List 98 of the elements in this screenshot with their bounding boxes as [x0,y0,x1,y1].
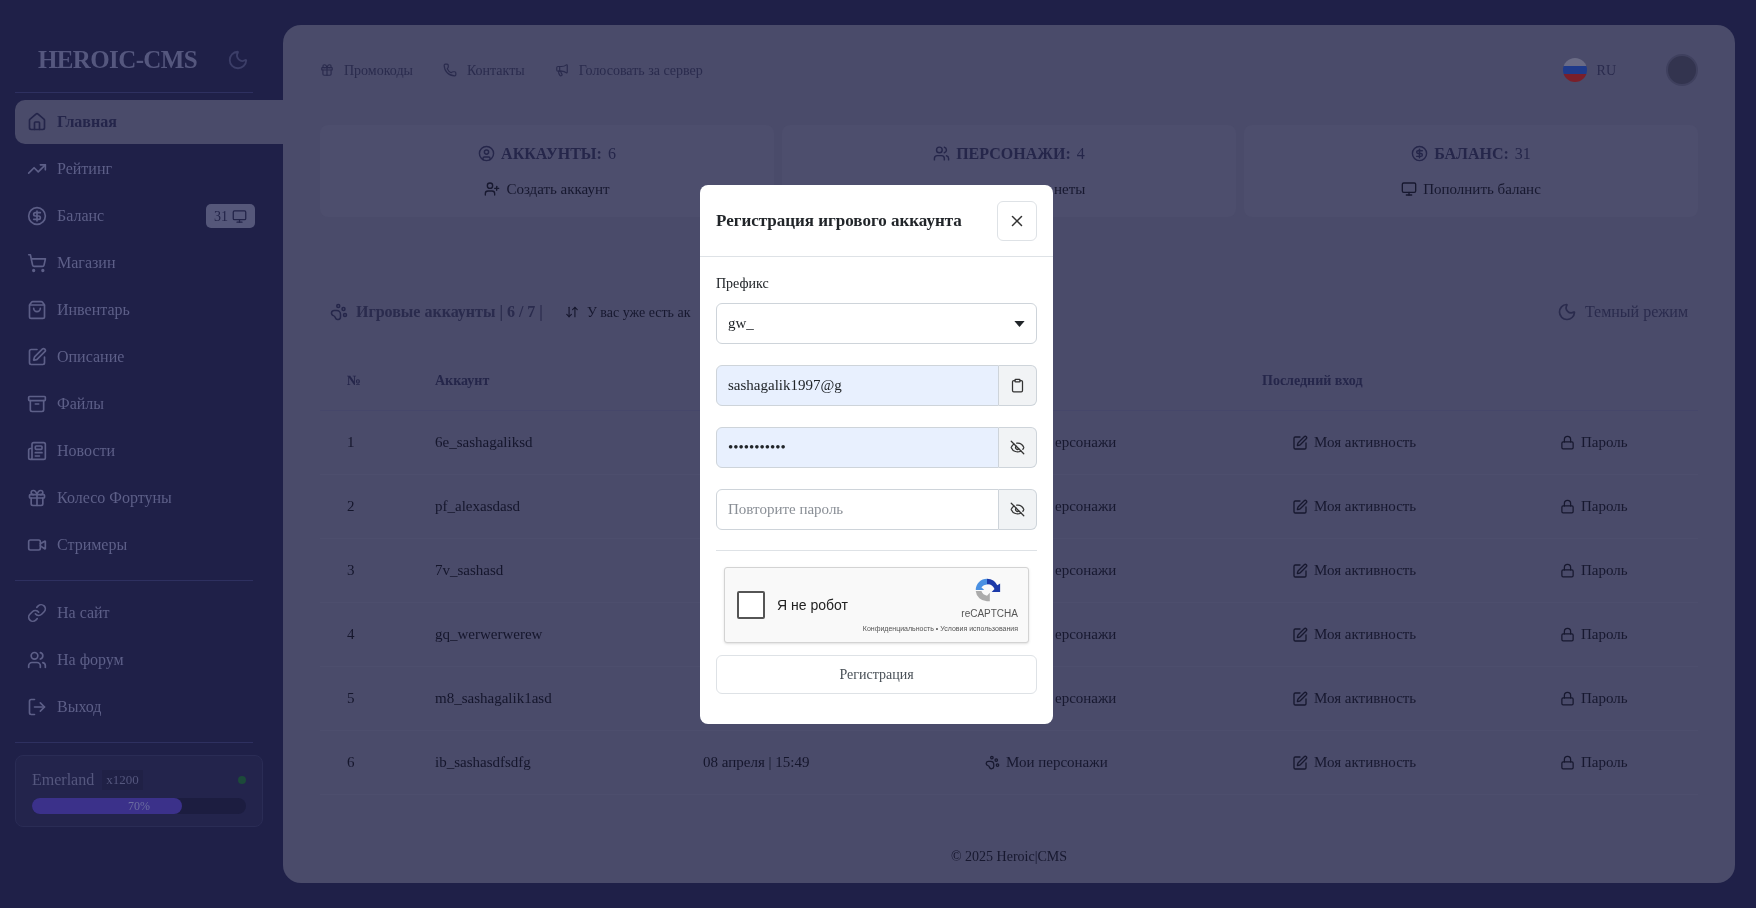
nav-item[interactable]: Стримеры [15,523,283,567]
activity-link[interactable]: Моя активность [1262,559,1530,582]
lock-icon [1560,755,1575,770]
lock-icon [1560,435,1575,450]
table-cell-text: ib_sashasdfsdfg [435,753,532,773]
nav-item[interactable]: Рейтинг [15,147,283,191]
table-cell-text: pf_alexasdasd [435,497,521,517]
edit-icon [1292,562,1308,579]
table-cell-text: 08 апреля | 15:49 [703,753,811,773]
clipboard-icon [1010,378,1025,393]
edit-icon [1292,690,1308,707]
link-icon [27,603,47,623]
visibility-button[interactable] [999,489,1037,530]
eye-off-icon [1010,502,1025,517]
edit-icon [1292,626,1308,643]
close-button[interactable] [997,200,1037,241]
footer-text: © 2025 Heroic|CMS [950,848,1068,866]
lock-icon [1560,499,1575,514]
password-link[interactable]: Пароль [1530,431,1698,454]
lock-icon [1560,563,1575,578]
nav-item[interactable]: Магазин [15,241,283,285]
lock-icon [1560,627,1575,642]
field-label: Префикс [716,275,770,293]
user-circle-icon [478,145,496,163]
visibility-button[interactable] [999,427,1037,468]
lock-icon [1560,691,1575,706]
login-field[interactable]: sashagalik1997@g [716,365,999,406]
stat-action[interactable]: неты [1054,177,1086,201]
progress-reading: 70% [128,798,150,814]
edit-icon [1292,754,1308,771]
nav-item[interactable]: Новости [15,429,283,473]
table-cell-text: 3 [346,561,356,581]
password-field[interactable]: ••••••••••• [716,427,999,468]
column-header: № [346,372,363,390]
dropdown-icon [1014,320,1025,327]
nav-item[interactable]: Описание [15,335,283,379]
stat-action[interactable]: Пополнить баланс [1423,177,1541,201]
password-link[interactable]: Пароль [1530,687,1698,710]
logout-icon [27,697,47,717]
dollar-icon [1411,145,1429,163]
nav-link[interactable]: Выход [15,685,283,729]
repeat-password-field[interactable]: Повторите пароль [716,489,999,530]
activity-link[interactable]: Моя активность [1262,495,1530,518]
moon-icon [1556,302,1577,322]
users-icon [27,650,47,670]
password-link[interactable]: Пароль [1530,623,1698,646]
characters-link[interactable]: Мои персонажи [960,751,1262,774]
users-icon [933,145,951,163]
activity-link[interactable]: Моя активность [1262,751,1530,774]
captcha-brand: reCAPTCHA [961,607,1018,622]
paw-icon [330,303,348,321]
table-cell-text: 5 [346,689,356,709]
gift-icon [320,63,334,77]
user-plus-icon [484,181,501,197]
paste-button[interactable] [999,365,1037,406]
cart-icon [27,253,47,273]
dialog-title: Регистрация игрового аккаунта [716,209,962,232]
monitor-icon [232,208,247,224]
newspaper-icon [27,441,47,461]
server-rate: x1200 [102,770,143,790]
dollar-icon [27,206,47,226]
password-link[interactable]: Пароль [1530,751,1698,774]
table-cell-text: 2 [346,497,356,517]
table-cell-text: 6e_sashagaliksd [435,433,534,453]
password-link[interactable]: Пароль [1530,495,1698,518]
phone-icon [442,63,457,77]
captcha-checkbox[interactable] [737,591,765,619]
captcha-label: Я не робот [777,595,849,615]
password-link[interactable]: Пароль [1530,559,1698,582]
notice-text: У вас уже есть ак [586,303,691,322]
archive-icon [27,394,47,414]
activity-link[interactable]: Моя активность [1262,687,1530,710]
table-cell-text: gq_werwerwerew [435,625,544,645]
eye-off-icon [1010,440,1025,455]
table-cell-text: 7v_sashasd [435,561,505,581]
edit-icon [1292,498,1308,515]
table-cell-text: 4 [346,625,356,645]
activity-link[interactable]: Моя активность [1262,431,1530,454]
swap-icon [564,305,579,319]
prefix-select[interactable]: gw_ [716,303,1037,344]
nav-item[interactable]: Инвентарь [15,288,283,332]
gift-icon [27,488,47,508]
stat-action[interactable]: Создать аккаунт [506,177,610,201]
edit-icon [1292,434,1308,451]
register-button[interactable]: Регистрация [716,655,1037,694]
table-cell-text: m8_sashagalik1asd [435,689,553,709]
table-cell-text: 6 [346,753,356,773]
nav-item[interactable]: Колесо Фортуны [15,476,283,520]
activity-link[interactable]: Моя активность [1262,623,1530,646]
monitor-icon [1401,181,1418,197]
nav-link[interactable]: На форум [15,638,283,682]
megaphone-icon [554,63,569,77]
nav-item[interactable]: Файлы [15,382,283,426]
home-icon [27,112,47,132]
bag-icon [27,300,47,320]
edit-icon [27,347,47,367]
paw-icon [985,755,1000,770]
nav-link[interactable]: На сайт [15,591,283,635]
